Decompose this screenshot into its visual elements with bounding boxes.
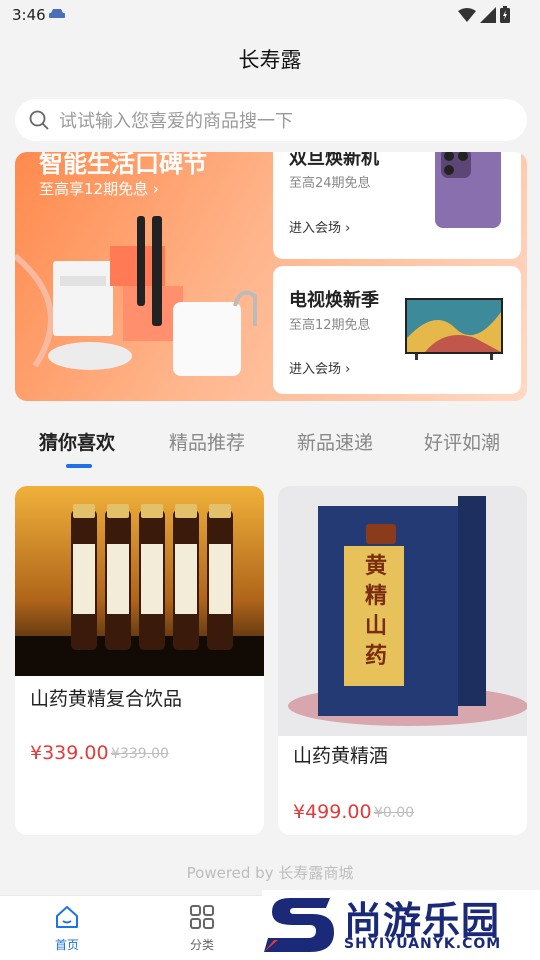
- product-card[interactable]: 山药黄精复合饮品 ¥339.00 ¥339.00: [15, 486, 264, 835]
- tab-top-rated[interactable]: 好评如潮: [424, 428, 500, 455]
- product-price: ¥339.00: [30, 742, 109, 764]
- tab-featured[interactable]: 精品推荐: [169, 428, 245, 455]
- home-icon: [56, 906, 78, 928]
- tab-guess-you-like[interactable]: 猜你喜欢: [39, 428, 115, 455]
- status-time: 3:46: [12, 6, 46, 24]
- site-watermark: 尚游乐园 SHYIYUANYK.COM: [262, 890, 540, 960]
- page-title: 长寿露: [238, 48, 302, 72]
- product-original-price: ¥339.00: [111, 746, 169, 762]
- smart-home-products-image: [15, 216, 257, 376]
- product-image: [278, 486, 527, 736]
- promo-banner[interactable]: 智能生活口碑节 至高享12期免息 › 双旦焕新机 至高24期免息 进入会场 › …: [15, 152, 527, 401]
- battery-icon: [500, 6, 510, 23]
- product-card[interactable]: 黄精山药 山药黄精酒 ¥499.00 ¥0.00: [278, 486, 527, 835]
- promo-card-tv[interactable]: 电视焕新季 至高12期免息 进入会场 ›: [273, 266, 521, 394]
- powered-by-text: Powered by 长寿露商城: [186, 864, 354, 882]
- tab-new-arrivals[interactable]: 新品速递: [297, 428, 373, 455]
- promo-card-phones[interactable]: 双旦焕新机 至高24期免息 进入会场 ›: [273, 152, 521, 259]
- search-placeholder[interactable]: 试试输入您喜爱的商品搜一下: [59, 107, 293, 133]
- signal-icon: [480, 6, 496, 23]
- app-header: 长寿露: [0, 32, 540, 88]
- grid-icon: [190, 905, 214, 929]
- status-bar: 3:46: [0, 0, 540, 32]
- car-notification-icon: [49, 9, 65, 18]
- enter-venue-link[interactable]: 进入会场 ›: [289, 358, 350, 377]
- product-name: 山药黄精复合饮品: [30, 688, 183, 710]
- active-tab-indicator: [66, 464, 92, 468]
- product-original-price: ¥0.00: [374, 805, 415, 821]
- product-price: ¥499.00: [293, 801, 372, 823]
- wifi-icon: [458, 7, 476, 22]
- search-icon: [29, 110, 49, 130]
- promo-card-subtitle: 至高12期免息: [289, 318, 371, 333]
- nav-label-home: 首页: [54, 938, 79, 952]
- phone-image: [435, 152, 501, 228]
- banner-subtitle[interactable]: 至高享12期免息 ›: [39, 178, 159, 199]
- promo-card-subtitle: 至高24期免息: [289, 176, 371, 191]
- nav-item-category[interactable]: 分类: [172, 904, 232, 953]
- enter-venue-link[interactable]: 进入会场 ›: [289, 217, 350, 236]
- nav-item-home[interactable]: 首页: [37, 904, 97, 953]
- product-box-text: 黄精山药: [364, 554, 387, 669]
- tv-image: [405, 298, 503, 360]
- product-name: 山药黄精酒: [293, 745, 389, 767]
- category-tabs: 猜你喜欢 精品推荐 新品速递 好评如潮: [0, 420, 540, 470]
- watermark-logo-icon: [264, 898, 334, 952]
- banner-title: 智能生活口碑节: [39, 152, 207, 178]
- promo-card-title: 电视焕新季: [289, 290, 379, 311]
- watermark-url: SHYIYUANYK.COM: [344, 936, 502, 952]
- search-bar[interactable]: 试试输入您喜爱的商品搜一下: [15, 99, 527, 141]
- nav-label-category: 分类: [189, 938, 214, 952]
- product-image: [15, 486, 264, 676]
- promo-card-title: 双旦焕新机: [289, 152, 379, 169]
